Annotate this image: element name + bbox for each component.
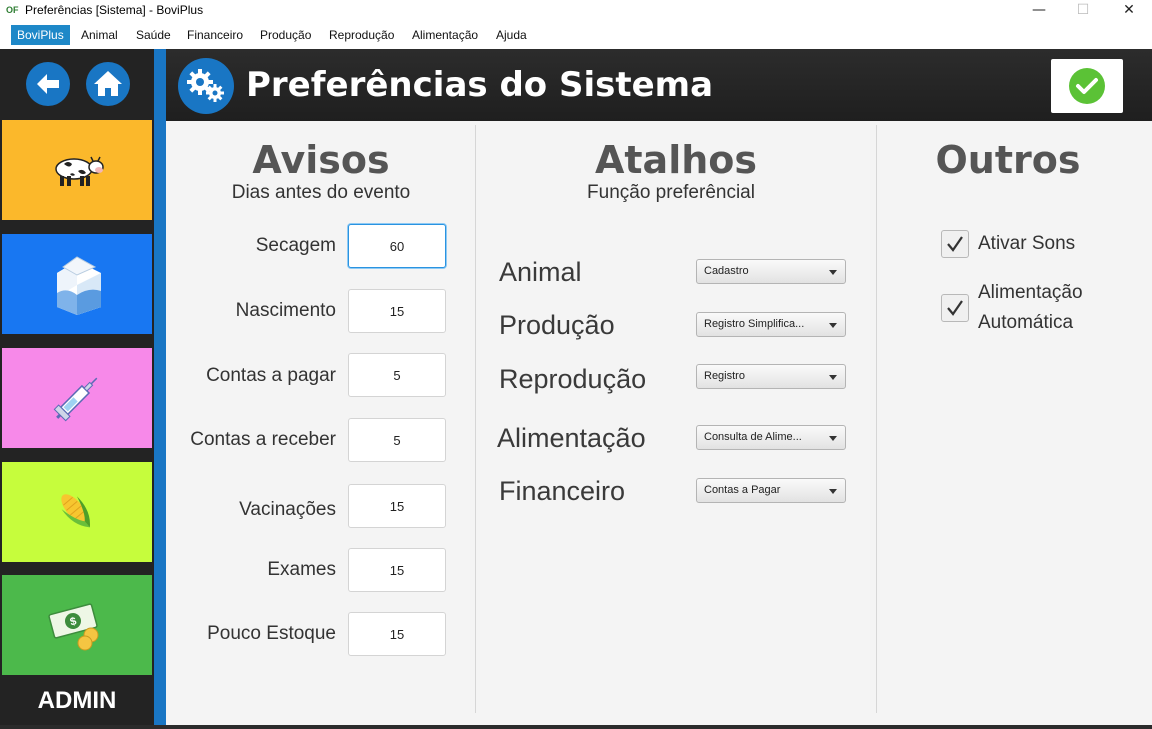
- check-circle-icon: [1069, 68, 1105, 104]
- money-icon: $: [48, 603, 99, 651]
- checkmark-icon: [947, 300, 963, 316]
- back-arrow-icon: [37, 74, 59, 94]
- chevron-down-icon: [829, 436, 837, 441]
- chevron-down-icon: [829, 323, 837, 328]
- column-divider: [475, 125, 476, 713]
- header-icon-badge: [178, 58, 234, 114]
- pouco-estoque-input[interactable]: [348, 612, 446, 656]
- outros-title: Outros: [935, 138, 1081, 182]
- atalho-reproducao-select[interactable]: Registro: [696, 364, 846, 389]
- sidebar-accent-strip: [154, 49, 166, 725]
- column-divider: [876, 125, 877, 713]
- home-icon: [94, 71, 122, 96]
- menu-reproducao[interactable]: Reprodução: [323, 25, 400, 45]
- home-button[interactable]: [86, 62, 130, 106]
- menu-bar: BoviPlus Animal Saúde Financeiro Produçã…: [0, 22, 1152, 46]
- avisos-title: Avisos: [252, 138, 390, 182]
- menu-producao[interactable]: Produção: [254, 25, 317, 45]
- sidebar-tile-health[interactable]: [2, 348, 152, 448]
- pouco-estoque-label: Pouco Estoque: [207, 623, 336, 644]
- admin-label: ADMIN: [37, 687, 117, 714]
- window-title: Preferências [Sistema] - BoviPlus: [25, 3, 204, 17]
- milk-carton-icon: [57, 256, 101, 315]
- exames-input[interactable]: [348, 548, 446, 592]
- sidebar-tile-production[interactable]: [2, 234, 152, 334]
- ativar-sons-label: Ativar Sons: [978, 233, 1076, 254]
- page-title: Preferências do Sistema: [246, 65, 714, 105]
- exames-label: Exames: [267, 559, 336, 580]
- app-icon: OF: [6, 5, 19, 15]
- menu-animal[interactable]: Animal: [75, 25, 124, 45]
- nascimento-label: Nascimento: [235, 300, 336, 321]
- atalho-animal-select[interactable]: Cadastro: [696, 259, 846, 284]
- atalho-financeiro-select[interactable]: Contas a Pagar: [696, 478, 846, 503]
- select-value: Cadastro: [704, 265, 749, 277]
- menu-alimentacao[interactable]: Alimentação: [406, 25, 484, 45]
- secagem-input[interactable]: [348, 224, 446, 268]
- menu-boviplus[interactable]: BoviPlus: [11, 25, 70, 45]
- maximize-button[interactable]: ☐: [1060, 0, 1106, 22]
- atalho-alimentacao-select[interactable]: Consulta de Alime...: [696, 425, 846, 450]
- menu-ajuda[interactable]: Ajuda: [490, 25, 533, 45]
- atalho-producao-select[interactable]: Registro Simplifica...: [696, 312, 846, 337]
- select-value: Contas a Pagar: [704, 484, 781, 496]
- nascimento-input[interactable]: [348, 289, 446, 333]
- atalho-financeiro-label: Financeiro: [499, 476, 626, 506]
- ativar-sons-checkbox[interactable]: [941, 230, 969, 258]
- avisos-subtitle: Dias antes do evento: [231, 182, 411, 203]
- atalho-animal-label: Animal: [499, 257, 582, 287]
- select-value: Registro Simplifica...: [704, 318, 805, 330]
- alimentacao-automatica-checkbox[interactable]: [941, 294, 969, 322]
- chevron-down-icon: [829, 375, 837, 380]
- sidebar-tile-feeding[interactable]: [2, 462, 152, 562]
- atalho-reproducao-label: Reprodução: [499, 364, 647, 394]
- sidebar-tile-financial[interactable]: $: [2, 575, 152, 675]
- menu-saude[interactable]: Saúde: [130, 25, 177, 45]
- chevron-down-icon: [829, 270, 837, 275]
- atalhos-title: Atalhos: [594, 138, 758, 182]
- minimize-button[interactable]: —: [1016, 0, 1062, 22]
- secagem-label: Secagem: [255, 235, 336, 256]
- alimentacao-automatica-label-line2: Automática: [978, 312, 1074, 333]
- close-button[interactable]: ✕: [1106, 0, 1152, 22]
- gears-icon: [187, 69, 224, 102]
- vacinacoes-label: Vacinações: [239, 499, 336, 520]
- alimentacao-automatica-label-line1: Alimentação: [978, 282, 1083, 303]
- atalho-producao-label: Produção: [499, 310, 615, 340]
- atalhos-subtitle: Função preferêncial: [587, 182, 755, 203]
- chevron-down-icon: [829, 489, 837, 494]
- contas-a-receber-label: Contas a receber: [190, 429, 336, 450]
- vacinacoes-input[interactable]: [348, 484, 446, 528]
- contas-a-pagar-input[interactable]: [348, 353, 446, 397]
- atalho-alimentacao-label: Alimentação: [497, 423, 646, 453]
- corn-icon: [61, 494, 90, 528]
- checkmark-icon: [947, 236, 963, 252]
- confirm-button[interactable]: [1051, 59, 1123, 113]
- back-button[interactable]: [26, 62, 70, 106]
- window-titlebar: OF Preferências [Sistema] - BoviPlus — ☐…: [0, 0, 1152, 22]
- syringe-icon: [53, 377, 98, 422]
- select-value: Consulta de Alime...: [704, 431, 802, 443]
- sidebar-tile-animal[interactable]: [2, 120, 152, 220]
- select-value: Registro: [704, 370, 745, 382]
- contas-a-receber-input[interactable]: [348, 418, 446, 462]
- menu-financeiro[interactable]: Financeiro: [181, 25, 249, 45]
- cow-icon: [55, 156, 104, 186]
- contas-a-pagar-label: Contas a pagar: [206, 365, 336, 386]
